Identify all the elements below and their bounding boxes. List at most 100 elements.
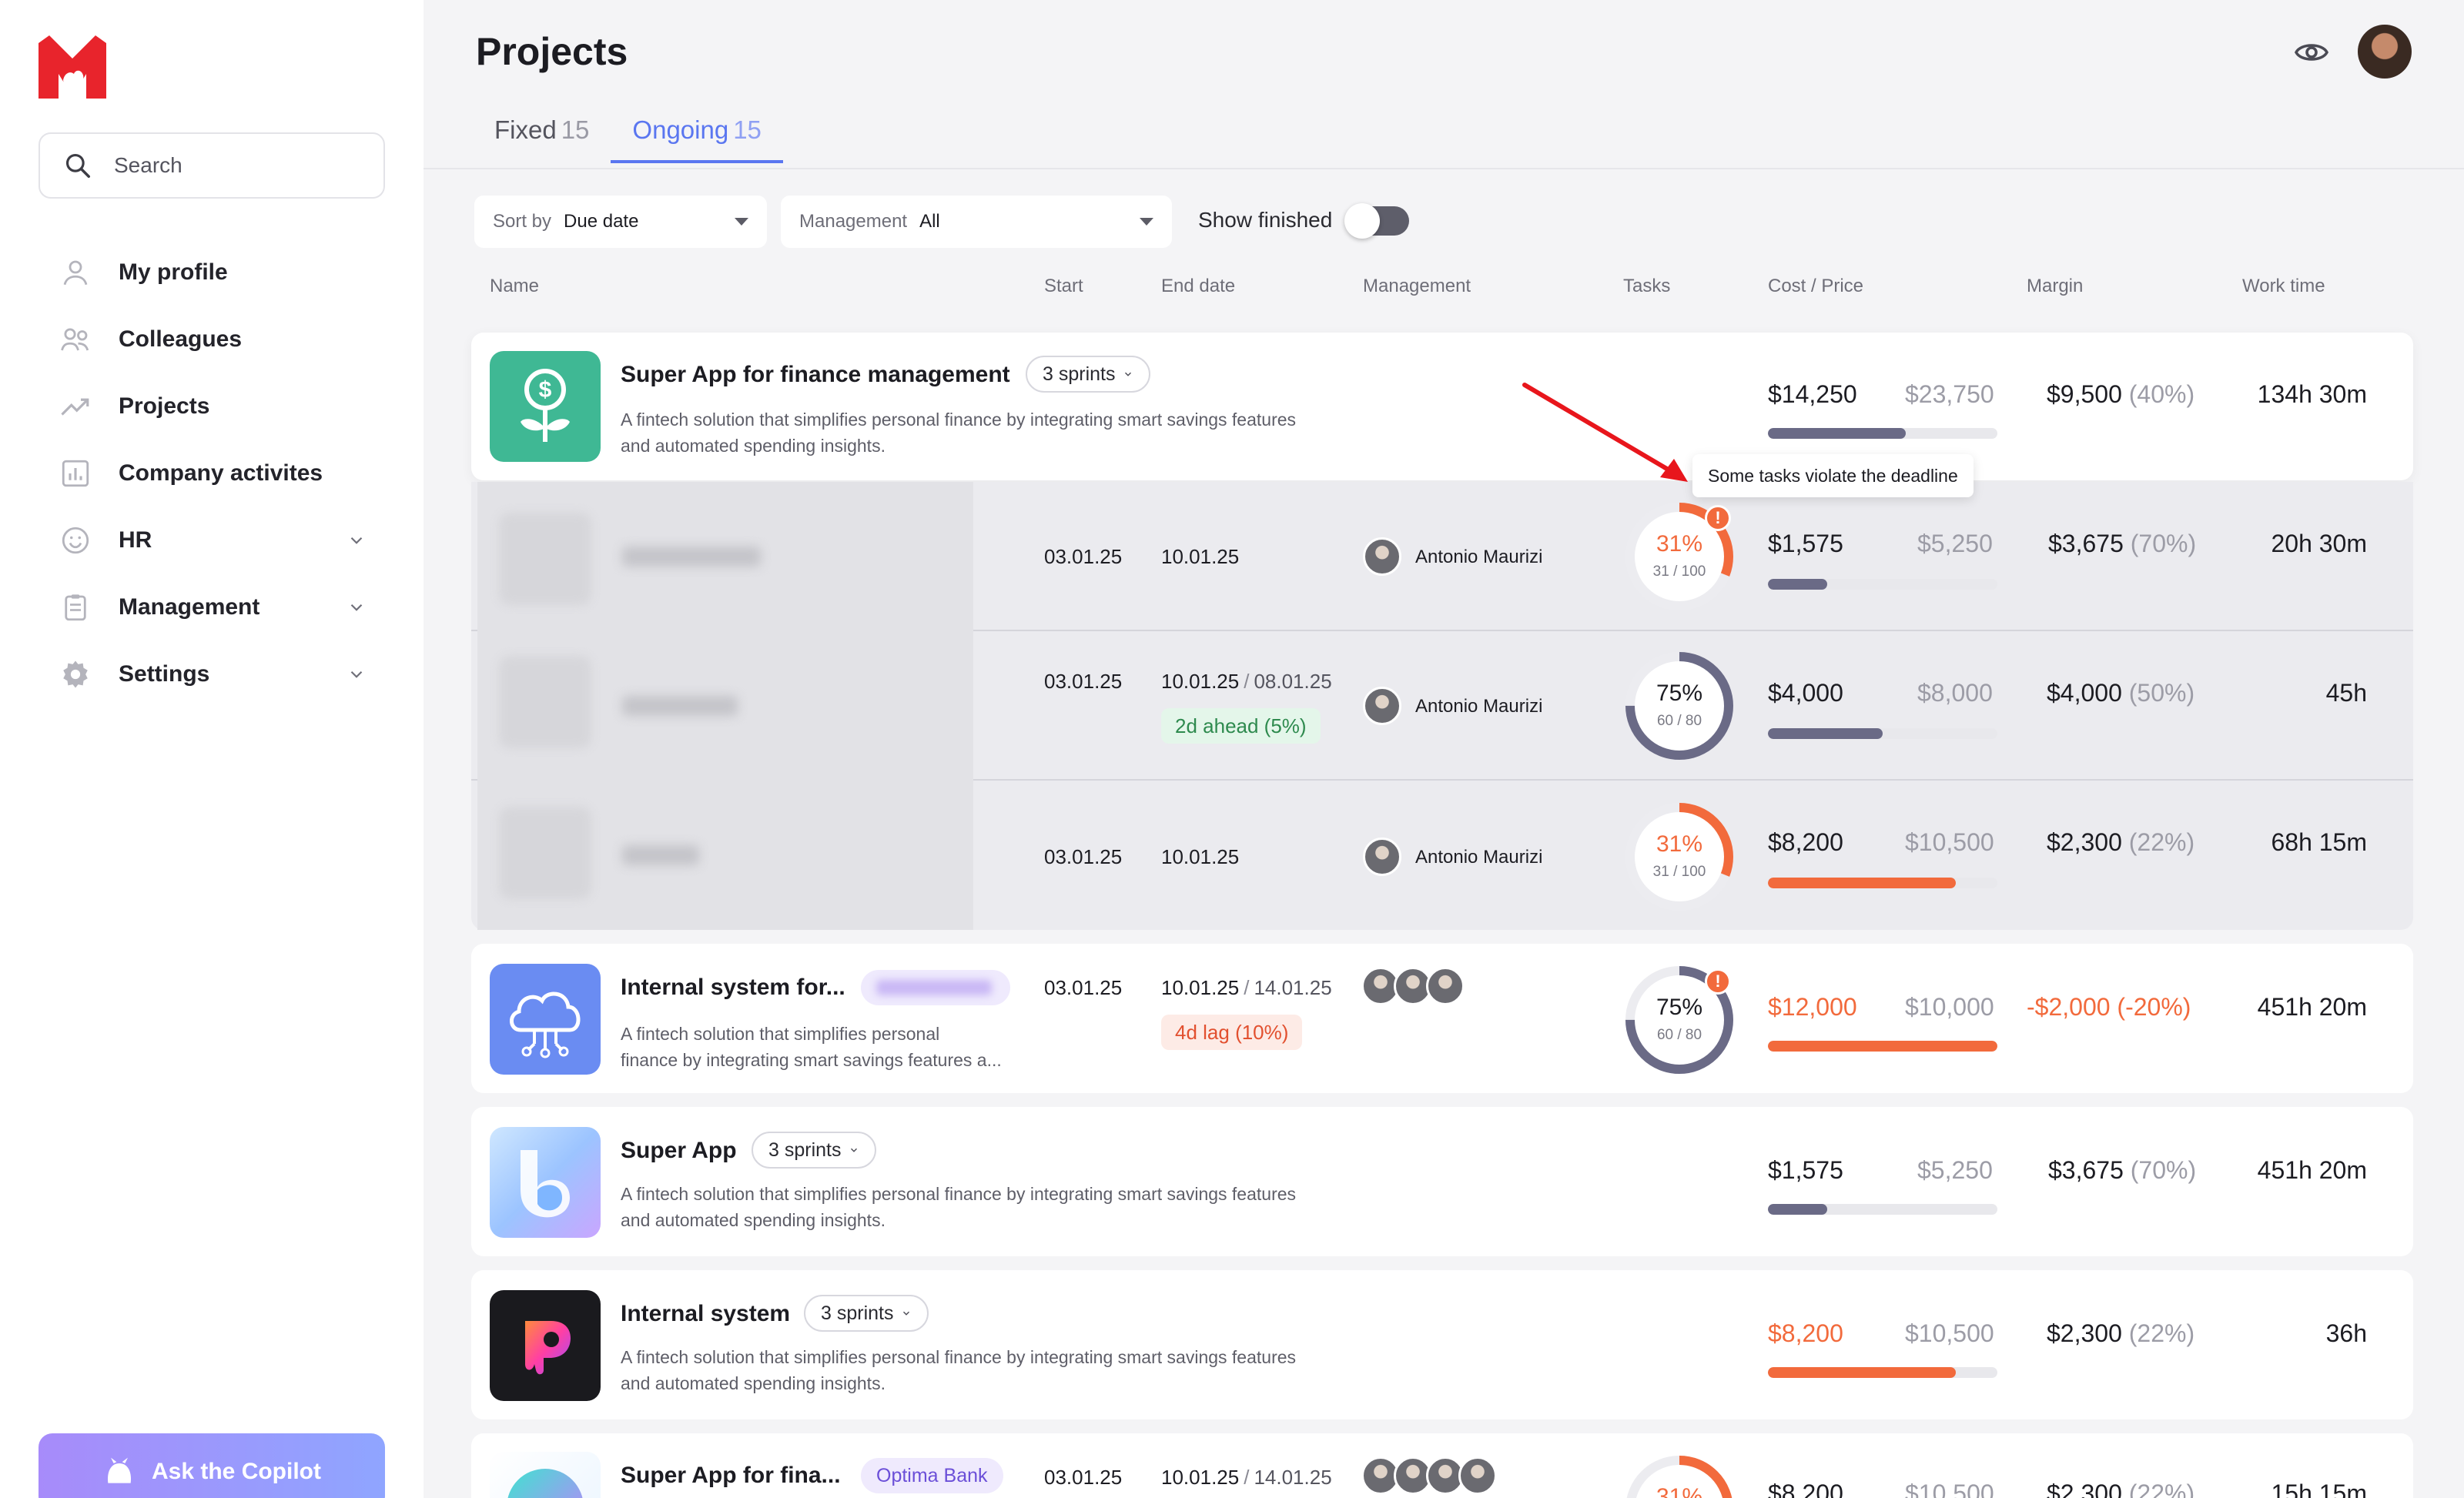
project-description: A fintech solution that simplifies perso… <box>621 1344 1360 1396</box>
column-header-cost-price[interactable]: Cost / Price <box>1768 276 1863 297</box>
avatar[interactable] <box>1363 838 1401 876</box>
sidebar-item-my-profile[interactable]: My profile <box>59 239 367 306</box>
project-description: A fintech solution that simplifies perso… <box>621 1021 1052 1073</box>
project-description: A fintech solution that simplifies perso… <box>621 406 1360 459</box>
eye-icon[interactable] <box>2293 34 2330 71</box>
progress-fill <box>1768 428 1906 439</box>
price-value: $10,000 <box>1905 993 1994 1021</box>
sort-by-select[interactable]: Sort by Due date <box>474 196 767 248</box>
avatar[interactable] <box>1458 1456 1497 1495</box>
sprints-chip[interactable]: 3 sprints <box>1026 356 1151 393</box>
price-value: $10,500 <box>1905 1319 1994 1347</box>
sprint-name-blurred <box>622 845 699 865</box>
sort-label: Sort by <box>493 211 552 232</box>
price-value: $8,000 <box>1917 679 1993 707</box>
price-value: $10,500 <box>1905 1480 1994 1498</box>
sidebar-item-management[interactable]: Management <box>59 573 367 640</box>
chevron-down-icon <box>851 1148 858 1152</box>
column-header-management[interactable]: Management <box>1363 276 1471 297</box>
client-chip[interactable]: Optima Bank <box>861 1458 1003 1493</box>
sidebar-item-company-activities[interactable]: Company activites <box>59 440 367 507</box>
desc-line: A fintech solution that simplifies perso… <box>621 1347 1297 1367</box>
management-value: All <box>919 211 940 232</box>
user-avatar[interactable] <box>2358 25 2412 79</box>
brand-logo[interactable] <box>38 35 106 99</box>
sidebar-item-label: Settings <box>119 660 210 687</box>
project-name[interactable]: Internal system for... <box>621 975 845 1001</box>
start-date: 03.01.25 <box>1044 1466 1123 1489</box>
sidebar-item-hr[interactable]: HR <box>59 507 367 573</box>
planned-end: 10.01.25 <box>1161 1466 1240 1489</box>
project-name[interactable]: Super App <box>621 1138 737 1164</box>
search-input[interactable]: Search <box>38 132 385 199</box>
progress-fill <box>1768 579 1828 590</box>
sidebar-item-projects[interactable]: Projects <box>59 373 367 440</box>
manager-name: Antonio Maurizi <box>1415 696 1543 717</box>
sprints-chip[interactable]: 3 sprints <box>752 1132 877 1169</box>
cost-progress-bar <box>1768 428 1997 439</box>
work-time: 45h <box>2325 679 2367 707</box>
cost-progress-bar <box>1768 1367 1997 1378</box>
avatar[interactable] <box>1426 967 1465 1005</box>
sort-value: Due date <box>564 211 639 232</box>
cost-progress-bar <box>1768 1041 1997 1052</box>
sidebar-nav: My profile Colleagues Projects Company a… <box>59 239 367 707</box>
sprint-thumbnail <box>499 513 591 605</box>
date-separator: / <box>1244 1466 1250 1489</box>
planned-end: 10.01.25 <box>1161 670 1240 693</box>
sidebar-item-settings[interactable]: Settings <box>59 640 367 707</box>
progress-fill <box>1768 728 1883 739</box>
avatar[interactable] <box>1363 537 1401 576</box>
warning-icon[interactable]: ! <box>1705 968 1731 995</box>
avatar[interactable] <box>1363 687 1401 725</box>
margin-amount: $2,300 <box>2047 1480 2122 1498</box>
cost-value: $4,000 <box>1768 679 1843 707</box>
margin-amount: $2,300 <box>2047 1319 2122 1347</box>
schedule-badge: 2d ahead (5%) <box>1161 708 1321 744</box>
manager-name: Antonio Maurizi <box>1415 847 1543 868</box>
client-chip-blurred[interactable] <box>861 970 1010 1005</box>
app-root: Search My profile Colleagues Projects Co… <box>0 0 2464 1498</box>
cost-value: $1,575 <box>1768 1156 1843 1184</box>
tab-ongoing[interactable]: Ongoing 15 <box>611 115 783 163</box>
warning-icon[interactable]: ! <box>1705 505 1731 531</box>
project-name[interactable]: Super App for finance management <box>621 362 1010 388</box>
tasks-progress-ring[interactable]: 31% 31 / 100 <box>1622 799 1737 915</box>
sprint-thumbnail <box>499 807 591 899</box>
show-finished-label: Show finished <box>1198 208 1333 232</box>
cost-value: $14,250 <box>1768 380 1857 408</box>
column-header-tasks[interactable]: Tasks <box>1623 276 1670 297</box>
end-date: 10.01.25 <box>1161 845 1240 868</box>
tasks-progress-ring[interactable]: 31% <box>1622 1452 1737 1498</box>
app-icon-finance-alt <box>490 1452 601 1498</box>
column-header-name[interactable]: Name <box>490 276 539 297</box>
cost-value: $12,000 <box>1768 993 1857 1021</box>
price-value: $5,250 <box>1917 530 1993 557</box>
start-date: 03.01.25 <box>1044 670 1123 693</box>
tasks-progress-ring[interactable]: 75% 60 / 80 <box>1622 648 1737 764</box>
column-header-work-time[interactable]: Work time <box>2242 276 2325 297</box>
sprint-name-blurred <box>622 696 738 716</box>
show-finished-toggle[interactable] <box>1344 203 1409 239</box>
smile-icon <box>59 523 92 557</box>
tab-fixed[interactable]: Fixed 15 <box>473 115 611 163</box>
management-select[interactable]: Management All <box>781 196 1172 248</box>
search-icon <box>65 153 90 178</box>
sprints-chip[interactable]: 3 sprints <box>804 1295 929 1332</box>
column-header-start[interactable]: Start <box>1044 276 1083 297</box>
sprint-thumbnail <box>499 656 591 748</box>
chevron-down-icon <box>903 1311 910 1316</box>
project-name[interactable]: Internal system <box>621 1301 790 1327</box>
actual-end: 14.01.25 <box>1254 1466 1332 1489</box>
sidebar-item-label: Projects <box>119 393 210 419</box>
actual-end: 08.01.25 <box>1254 670 1332 693</box>
column-header-margin[interactable]: Margin <box>2027 276 2083 297</box>
caret-down-icon <box>735 218 748 226</box>
project-name[interactable]: Super App for fina... <box>621 1463 841 1489</box>
column-header-end-date[interactable]: End date <box>1161 276 1235 297</box>
work-time: 451h 20m <box>2257 993 2367 1021</box>
ask-copilot-button[interactable]: Ask the Copilot <box>38 1433 385 1498</box>
tab-label: Fixed <box>494 115 557 144</box>
schedule-badge: 4d lag (10%) <box>1161 1015 1303 1050</box>
sidebar-item-colleagues[interactable]: Colleagues <box>59 306 367 373</box>
